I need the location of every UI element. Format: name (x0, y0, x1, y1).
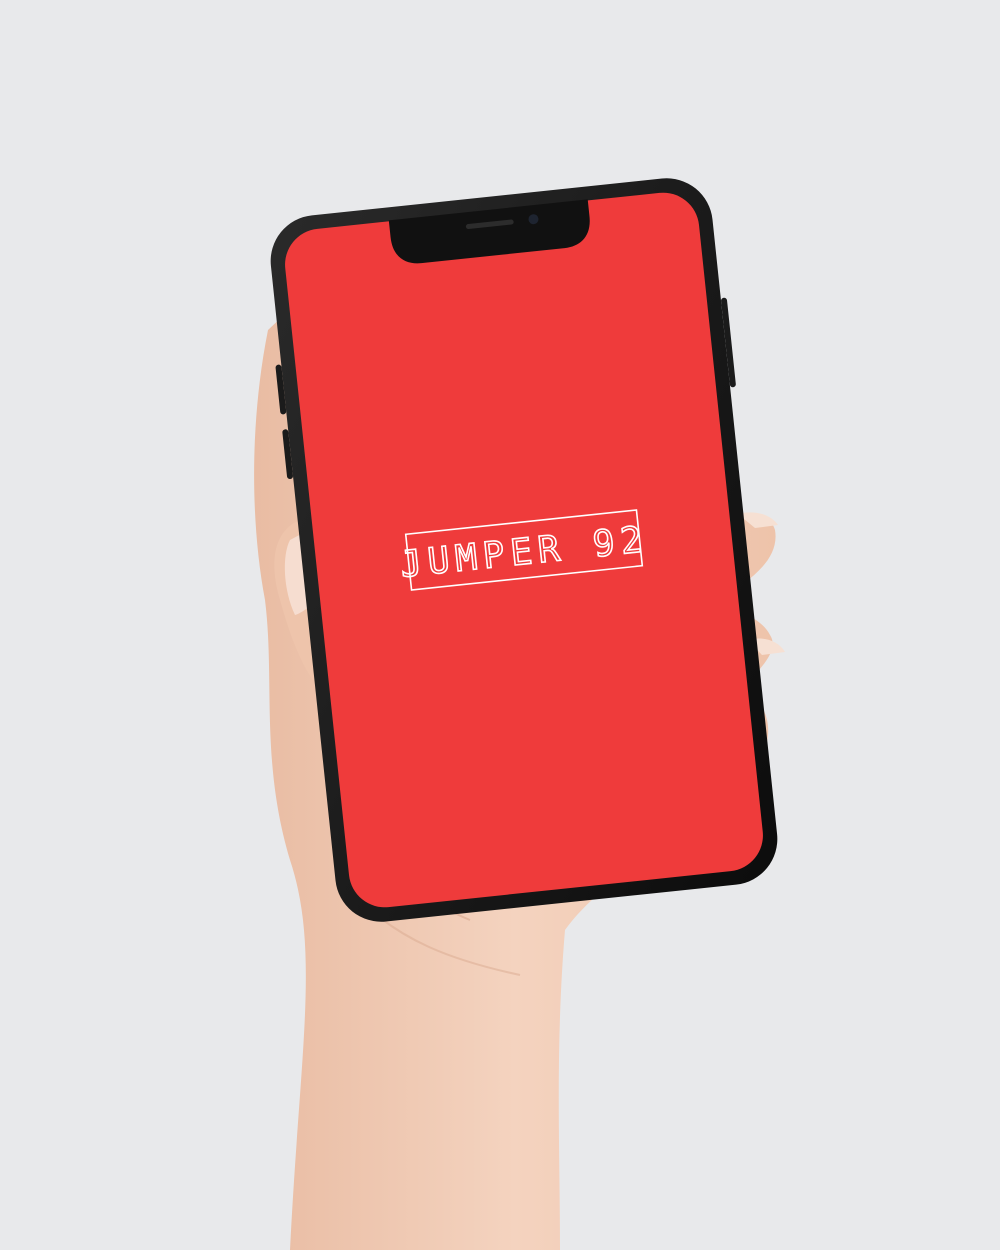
smartphone: JUMPER 92 (270, 178, 778, 922)
photo-scene: JUMPER 92 (0, 0, 1000, 1250)
